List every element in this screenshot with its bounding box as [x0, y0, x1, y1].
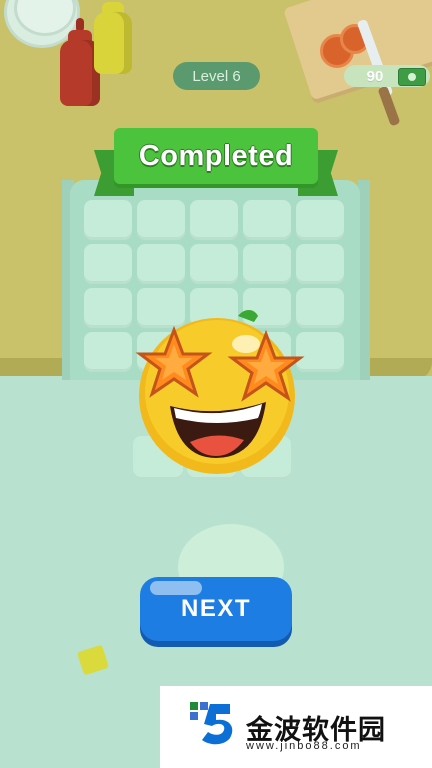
- mustard-bottle: [94, 12, 132, 74]
- grid-tile: [84, 200, 132, 240]
- grid-tile: [84, 332, 132, 372]
- grid-tile: [243, 200, 291, 240]
- grid-tile: [137, 244, 185, 284]
- next-button-label: NEXT: [180, 595, 251, 622]
- game-scene: Level 6 90 Completed NEXT 金波软件园 www.jinb…: [0, 0, 432, 768]
- brand-logo-icon: [190, 702, 233, 745]
- watermark-url: www.jinbo88.com: [246, 740, 362, 752]
- grid-tile: [190, 200, 238, 240]
- next-button-highlight: [150, 581, 202, 595]
- grid-tile: [137, 200, 185, 240]
- grid-tile: [296, 200, 344, 240]
- grid-tile: [84, 288, 132, 328]
- grid-tile: [296, 244, 344, 284]
- level-indicator: Level 6: [173, 62, 260, 90]
- cash-icon: [398, 68, 426, 86]
- star-eyes-emoji-icon: [135, 310, 305, 474]
- completed-title: Completed: [138, 139, 294, 172]
- grid-tile: [243, 244, 291, 284]
- completed-banner: Completed: [114, 128, 318, 184]
- grid-tile: [84, 244, 132, 284]
- coin-count: 90: [366, 67, 384, 85]
- grid-tile: [190, 244, 238, 284]
